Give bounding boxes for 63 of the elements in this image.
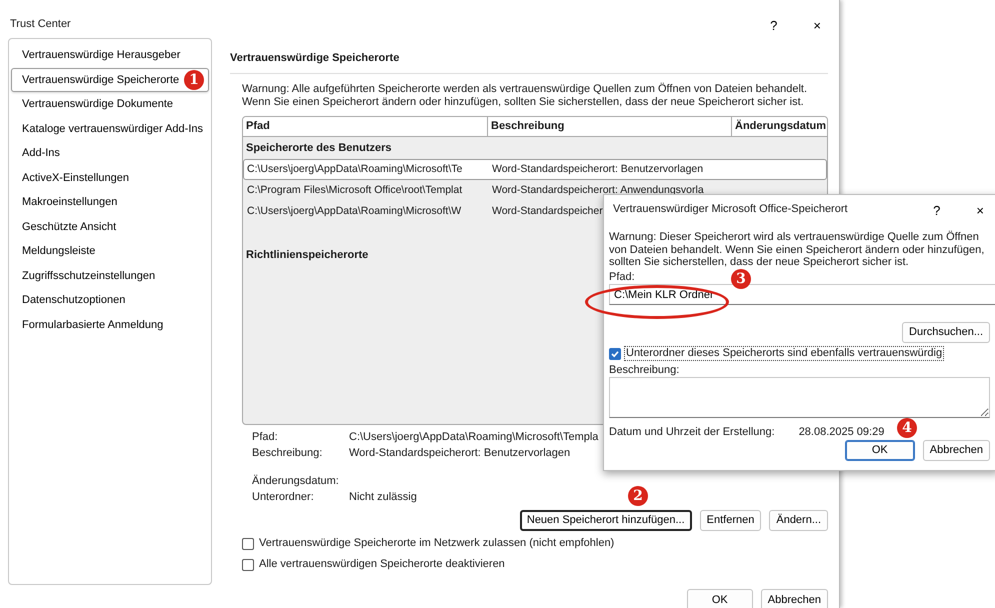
sidebar-item[interactable]: Makroeinstellungen bbox=[11, 190, 209, 214]
step-marker: 3 bbox=[731, 268, 751, 289]
created-label: Datum und Uhrzeit der Erstellung: bbox=[609, 426, 775, 439]
checkbox[interactable] bbox=[242, 558, 254, 571]
column-header[interactable]: Pfad bbox=[243, 116, 488, 136]
sidebar-item[interactable]: Geschützte Ansicht bbox=[11, 214, 209, 239]
table-cell-text: C:\Users\joerg\AppData\Roaming\Microsoft\W bbox=[246, 205, 462, 218]
group-header: Richtlinienspeicherorte bbox=[245, 248, 370, 263]
group-header: Speicherorte des Benutzers bbox=[245, 140, 392, 156]
column-header[interactable]: Änderungsdatum bbox=[732, 116, 827, 136]
table-cell-text: Word-Standardspeicherort: Anwendungsvorla bbox=[491, 184, 705, 197]
sidebar-item[interactable]: ActiveX-Einstellungen bbox=[11, 166, 209, 190]
sidebar-item[interactable]: Add-Ins bbox=[11, 141, 209, 166]
description-field[interactable] bbox=[609, 377, 990, 418]
close-button[interactable]: × bbox=[970, 204, 990, 216]
step-marker: 2 bbox=[628, 486, 648, 506]
sidebar-item[interactable]: Formularbasierte Anmeldung bbox=[11, 312, 209, 337]
warning-text: Warnung: Dieser Speicherort wird als vertrauenswürdige Quelle zum Öffnen von Dateien behandelt. Wenn Sie einen Speicherort ändern oder hinzufügen, sollten Sie sicherstellen, dass der neue Speicherort sicher ist. bbox=[609, 231, 986, 269]
detail-label: Änderungsdatum: bbox=[252, 474, 340, 488]
table-cell-text: C:\Program Files\Microsoft Office\root\Templat bbox=[246, 184, 464, 197]
field-label: Pfad: bbox=[609, 270, 635, 284]
table-cell-text: C:\Users\joerg\AppData\Roaming\Microsoft\Te bbox=[246, 163, 464, 176]
detail-value: C:\Users\joerg\AppData\Roaming\Microsoft\Templa bbox=[349, 430, 600, 444]
dialog-button[interactable]: Abbrechen bbox=[760, 589, 828, 608]
checkbox-label[interactable]: Vertrauenswürdige Speicherorte im Netzwerk zulassen (nicht empfohlen) bbox=[259, 537, 614, 550]
browse-button[interactable]: Durchsuchen... bbox=[902, 322, 990, 344]
checkbox[interactable] bbox=[242, 538, 254, 550]
sidebar-item[interactable]: Meldungsleiste bbox=[11, 239, 209, 264]
path-field[interactable]: C:\Mein KLR Ordner bbox=[609, 284, 995, 306]
dialog-button[interactable]: OK bbox=[686, 589, 753, 608]
sidebar-item[interactable]: Vertrauenswürdige Herausgeber bbox=[11, 43, 209, 68]
close-button[interactable]: × bbox=[807, 18, 827, 32]
window-title: Trust Center bbox=[10, 18, 71, 32]
table-cell-text: Word-Standardspeicherort: Benutzervorlagen bbox=[491, 163, 704, 176]
dialog-title: Vertrauenswürdiger Microsoft Office-Speicherort bbox=[613, 203, 848, 217]
section-title: Vertrauenswürdige Speicherorte bbox=[230, 38, 828, 74]
dialog-button[interactable]: Abbrechen bbox=[922, 440, 990, 461]
table-row[interactable]: C:\Program Files\Microsoft Office\root\Templat Word-Standardspeicherort: Anwendungsvorla bbox=[243, 180, 827, 201]
sidebar-item[interactable]: Datenschutzoptionen bbox=[11, 288, 209, 312]
help-button[interactable]: ? bbox=[927, 204, 946, 216]
action-button[interactable]: Neuen Speicherort hinzufügen... bbox=[520, 510, 692, 532]
table-row[interactable]: C:\Users\joerg\AppData\Roaming\Microsoft\Te Word-Standardspeicherort: Benutzervorlagen bbox=[243, 158, 827, 180]
table-cell-text: Word-Standardspeicher bbox=[491, 205, 604, 218]
created-value: 28.08.2025 09:29 bbox=[798, 426, 884, 439]
dialog-button[interactable]: OK bbox=[844, 440, 915, 461]
checkbox-label[interactable]: Unterordner dieses Speicherorts sind ebenfalls vertrauenswürdig bbox=[625, 347, 944, 360]
help-button[interactable]: ? bbox=[764, 18, 784, 32]
sidebar-item[interactable]: Kataloge vertrauenswürdiger Add-Ins bbox=[11, 116, 209, 141]
detail-value: Word-Standardspeicherort: Benutzervorlagen bbox=[349, 446, 572, 460]
action-button[interactable]: Ändern... bbox=[769, 510, 828, 532]
sidebar-item[interactable]: Vertrauenswürdige Dokumente bbox=[11, 92, 209, 116]
detail-value: Nicht zulässig bbox=[349, 491, 418, 504]
sidebar-item[interactable]: Zugriffsschutzeinstellungen bbox=[11, 264, 209, 288]
detail-label: Unterordner: bbox=[252, 491, 315, 504]
step-marker: 4 bbox=[897, 418, 917, 438]
column-header[interactable]: Beschreibung bbox=[488, 116, 732, 136]
action-button[interactable]: Entfernen bbox=[700, 510, 762, 532]
detail-label: Beschreibung: bbox=[252, 446, 324, 460]
warning-text: Warnung: Alle aufgeführten Speicherorte werden als vertrauenswürdige Quellen zum Öffnen von Dateien behandelt. Wenn Sie einen Speicherort ändern oder hinzufügen, sollten Sie sicherstellen, dass der neue Speicherort sicher ist. bbox=[241, 83, 808, 110]
checkbox-label[interactable]: Alle vertrauenswürdigen Speicherorte deaktivieren bbox=[259, 558, 505, 572]
field-label: Beschreibung: bbox=[609, 364, 680, 378]
checkbox[interactable] bbox=[609, 348, 621, 360]
detail-label: Pfad: bbox=[252, 430, 279, 444]
